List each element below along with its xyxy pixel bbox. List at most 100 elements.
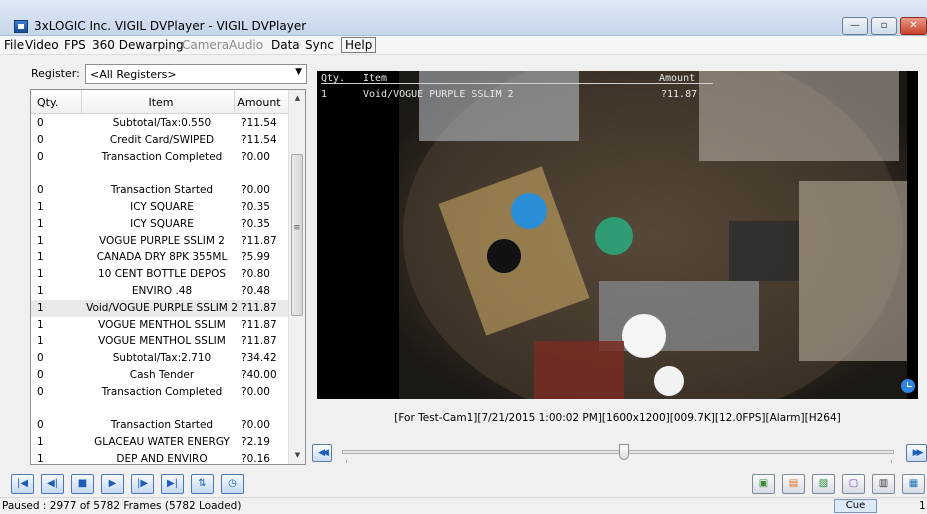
- menu-file[interactable]: File: [4, 38, 24, 52]
- overlay-qty: 1: [321, 89, 328, 100]
- row-amount: ?11.54: [241, 117, 277, 129]
- row-qty: 1: [37, 268, 44, 281]
- clock-icon[interactable]: [901, 379, 915, 393]
- column-header-amount[interactable]: Amount: [234, 96, 284, 109]
- play-button[interactable]: ▶: [101, 474, 124, 494]
- row-qty: 1: [37, 234, 44, 247]
- close-button[interactable]: ✕: [900, 17, 927, 35]
- row-qty: 1: [37, 284, 44, 297]
- scroll-thumb[interactable]: [291, 154, 303, 316]
- skip-to-end-icon: ▶|: [166, 478, 179, 489]
- table-row[interactable]: 0 Transaction Started ?0.00: [31, 417, 288, 434]
- table-row[interactable]: 0 Credit Card/SWIPED ?11.54: [31, 132, 288, 149]
- row-amount: ?0.48: [241, 284, 270, 297]
- row-item: Transaction Started: [110, 419, 214, 432]
- clock-icon: ◷: [228, 478, 237, 489]
- row-amount: ?0.80: [241, 268, 270, 281]
- fullscreen-icon: ▦: [908, 478, 919, 489]
- table-row[interactable]: 0 Transaction Completed ?0.00: [31, 149, 288, 166]
- table-row[interactable]: 1 VOGUE MENTHOL SSLIM ?11.87: [31, 317, 288, 334]
- minimize-button[interactable]: —: [842, 17, 868, 35]
- table-row[interactable]: 0 Subtotal/Tax:0.550 ?11.54: [31, 115, 288, 132]
- row-item: Credit Card/SWIPED: [109, 133, 215, 146]
- maximize-button[interactable]: ▫: [871, 17, 897, 35]
- menu-help[interactable]: Help: [341, 37, 377, 53]
- column-header-item[interactable]: Item: [91, 96, 231, 109]
- table-row[interactable]: 1 VOGUE MENTHOL SSLIM ?11.87: [31, 333, 288, 350]
- table-row[interactable]: 1 DEP AND ENVIRO ?0.16: [31, 451, 288, 465]
- table-row[interactable]: 1 Void/VOGUE PURPLE SSLIM 2 ?11.87: [31, 299, 288, 317]
- table-row[interactable]: 0 Transaction Completed ?0.00: [31, 384, 288, 401]
- table-row[interactable]: [31, 401, 288, 418]
- row-amount: ?0.00: [241, 150, 270, 163]
- table-row[interactable]: 1 ICY SQUARE ?0.35: [31, 216, 288, 233]
- skip-to-start-button[interactable]: |◀: [11, 474, 34, 494]
- row-amount: ?5.99: [241, 251, 270, 264]
- row-amount: ?11.87: [241, 234, 277, 247]
- rewind-button[interactable]: ◀◀: [312, 444, 332, 462]
- register-label: Register:: [31, 67, 80, 80]
- table-row[interactable]: 1 ICY SQUARE ?0.35: [31, 199, 288, 216]
- skip-to-end-button[interactable]: ▶|: [161, 474, 184, 494]
- overlay-divider: [321, 83, 713, 84]
- grid-scrollbar[interactable]: ▲ ▼: [288, 90, 305, 464]
- table-row[interactable]: 0 Cash Tender ?40.00: [31, 367, 288, 384]
- snapshot-icon: ▣: [758, 478, 769, 489]
- row-amount: ?0.35: [241, 217, 270, 230]
- row-qty: 1: [37, 335, 44, 348]
- scroll-down-icon[interactable]: ▼: [289, 447, 305, 464]
- row-item: CANADA DRY 8PK 355ML: [96, 251, 228, 264]
- menu-audio[interactable]: Audio: [229, 38, 263, 52]
- table-row[interactable]: 0 Transaction Started ?0.00: [31, 182, 288, 199]
- register-dropdown[interactable]: <All Registers> ▼: [85, 64, 307, 84]
- row-qty: 0: [37, 117, 44, 129]
- save-button[interactable]: ▢: [842, 474, 865, 494]
- row-amount: ?11.87: [241, 318, 277, 331]
- menu-360-dewarping[interactable]: 360 Dewarping: [92, 38, 184, 52]
- row-item: DEP AND ENVIRO: [116, 452, 208, 465]
- sync-button[interactable]: ⇅: [191, 474, 214, 494]
- step-back-button[interactable]: ◀|: [41, 474, 64, 494]
- image-button[interactable]: ▧: [812, 474, 835, 494]
- camera-frame: [399, 71, 907, 399]
- table-row[interactable]: 1 VOGUE PURPLE SSLIM 2 ?11.87: [31, 233, 288, 250]
- row-qty: 1: [37, 452, 44, 465]
- snapshot-button[interactable]: ▣: [752, 474, 775, 494]
- table-row[interactable]: 1 ENVIRO .48 ?0.48: [31, 283, 288, 300]
- table-row[interactable]: 0 Subtotal/Tax:2.710 ?34.42: [31, 350, 288, 367]
- overlay-amount: ?11.87: [661, 89, 698, 100]
- stop-icon: ■: [77, 478, 88, 489]
- row-amount: ?11.87: [241, 301, 277, 314]
- stop-button[interactable]: ■: [71, 474, 94, 494]
- video-viewport[interactable]: Qty. Item Amount 1 Void/VOGUE PURPLE SSL…: [317, 71, 918, 399]
- table-row[interactable]: 1 CANADA DRY 8PK 355ML ?5.99: [31, 249, 288, 266]
- table-row[interactable]: 1 GLACEAU WATER ENERGY ?2.19: [31, 434, 288, 451]
- menu-video[interactable]: Video: [25, 38, 59, 52]
- menu-camera[interactable]: Camera: [182, 38, 229, 52]
- rewind-icon: ◀◀: [318, 448, 329, 458]
- cue-field[interactable]: Cue: [834, 499, 877, 513]
- fullscreen-button[interactable]: ▦: [902, 474, 925, 494]
- row-amount: ?2.19: [241, 436, 270, 449]
- fast-forward-button[interactable]: ▶▶: [906, 444, 927, 462]
- menu-fps[interactable]: FPS: [64, 38, 86, 52]
- title-bar: 3xLOGIC Inc. VIGIL DVPlayer - VIGIL DVPl…: [0, 0, 927, 36]
- print-button[interactable]: ▥: [872, 474, 895, 494]
- row-item: Transaction Completed: [101, 150, 223, 163]
- table-row[interactable]: 1 10 CENT BOTTLE DEPOS ?0.80: [31, 266, 288, 283]
- clock-button[interactable]: ◷: [221, 474, 244, 494]
- save-icon: ▢: [848, 478, 859, 489]
- step-forward-button[interactable]: |▶: [131, 474, 154, 494]
- scroll-up-icon[interactable]: ▲: [289, 90, 305, 107]
- row-qty: 1: [37, 318, 44, 331]
- menu-sync[interactable]: Sync: [305, 38, 334, 52]
- seek-thumb[interactable]: [618, 444, 629, 460]
- table-row[interactable]: [31, 165, 288, 182]
- menu-data[interactable]: Data: [271, 38, 300, 52]
- column-header-qty[interactable]: Qty.: [37, 96, 58, 109]
- row-item: VOGUE MENTHOL SSLIM: [98, 318, 226, 331]
- app-icon: [14, 20, 28, 33]
- transaction-grid[interactable]: Qty. Item Amount 0 Subtotal/Tax:0.550 ?11.…: [30, 89, 306, 465]
- export-button[interactable]: ▤: [782, 474, 805, 494]
- menu-bar: File Video FPS 360 Dewarping Camera Audi…: [0, 36, 927, 55]
